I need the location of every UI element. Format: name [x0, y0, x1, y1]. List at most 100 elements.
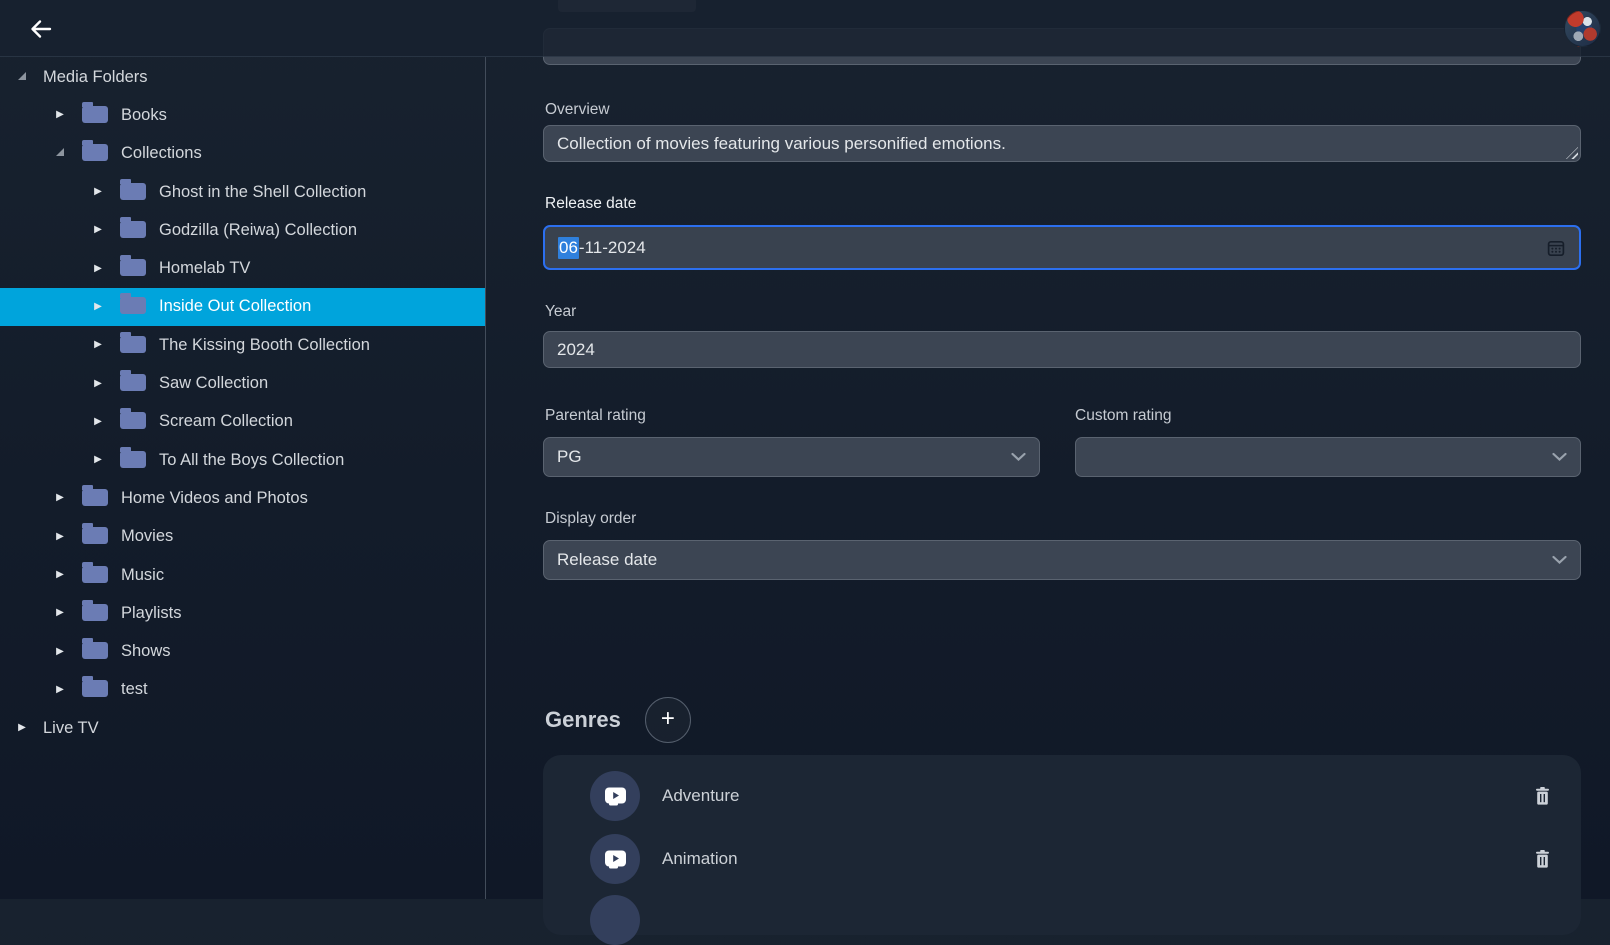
- chevron-down-icon: [1552, 453, 1567, 462]
- calendar-icon[interactable]: [1547, 239, 1565, 257]
- genres-heading: Genres: [545, 707, 621, 733]
- folder-icon: [82, 642, 108, 659]
- sidebar-item-movies[interactable]: ▶ Movies: [0, 518, 485, 556]
- media-type-avatar: [590, 834, 640, 884]
- display-order-label: Display order: [545, 510, 636, 528]
- custom-rating-label: Custom rating: [1075, 407, 1171, 425]
- sidebar-item-label: Media Folders: [43, 68, 148, 87]
- display-order-value: Release date: [557, 550, 657, 570]
- collapsed-icon[interactable]: ▶: [86, 187, 110, 197]
- folder-icon: [82, 489, 108, 506]
- folder-icon: [120, 259, 146, 276]
- sidebar-item-homelab-tv[interactable]: ▶ Homelab TV: [0, 249, 485, 287]
- collapsed-icon[interactable]: ▶: [86, 455, 110, 465]
- trash-icon: [1535, 787, 1550, 805]
- folder-icon: [82, 527, 108, 544]
- sidebar-item-label: Live TV: [43, 719, 99, 738]
- sidebar-item-label: Books: [121, 106, 167, 125]
- collapsed-icon[interactable]: ▶: [86, 379, 110, 389]
- folder-icon: [82, 566, 108, 583]
- genre-list-item: Animation: [590, 834, 1557, 884]
- folder-icon: [120, 221, 146, 238]
- genre-list-item: Adventure: [590, 771, 1557, 821]
- collapsed-icon[interactable]: ▶: [48, 685, 72, 695]
- expanded-icon[interactable]: [48, 148, 72, 159]
- release-date-input[interactable]: 06-11-2024: [543, 225, 1581, 270]
- sidebar-item-music[interactable]: ▶ Music: [0, 556, 485, 594]
- collapsed-icon[interactable]: ▶: [86, 340, 110, 350]
- folder-icon: [120, 374, 146, 391]
- sidebar-item-media-folders[interactable]: Media Folders: [0, 58, 485, 96]
- sidebar-item-label: Scream Collection: [159, 412, 293, 431]
- folder-icon: [82, 604, 108, 621]
- sidebar-item-to-all-the-boys-collection[interactable]: ▶ To All the Boys Collection: [0, 441, 485, 479]
- resize-grip-icon[interactable]: [1566, 147, 1578, 159]
- genre-name: Adventure: [662, 786, 740, 806]
- collapsed-icon[interactable]: ▶: [86, 302, 110, 312]
- top-header: [0, 0, 1610, 57]
- collapsed-icon[interactable]: ▶: [48, 532, 72, 542]
- collapsed-icon[interactable]: ▶: [48, 608, 72, 618]
- collapsed-icon[interactable]: ▶: [48, 570, 72, 580]
- sidebar-item-test[interactable]: ▶ test: [0, 671, 485, 709]
- collapsed-icon[interactable]: ▶: [86, 417, 110, 427]
- delete-genre-button[interactable]: [1535, 850, 1550, 868]
- sidebar-item-label: Godzilla (Reiwa) Collection: [159, 221, 357, 240]
- delete-genre-button[interactable]: [1535, 787, 1550, 805]
- sidebar-item-godzilla-reiwa-collection[interactable]: ▶ Godzilla (Reiwa) Collection: [0, 211, 485, 249]
- custom-rating-select[interactable]: [1075, 437, 1581, 477]
- collapsed-icon[interactable]: ▶: [10, 723, 34, 733]
- sidebar-item-playlists[interactable]: ▶ Playlists: [0, 594, 485, 632]
- sidebar-item-collections[interactable]: Collections: [0, 135, 485, 173]
- sidebar-item-scream-collection[interactable]: ▶ Scream Collection: [0, 403, 485, 441]
- release-date-label: Release date: [545, 195, 636, 213]
- sidebar-item-saw-collection[interactable]: ▶ Saw Collection: [0, 364, 485, 402]
- parental-rating-value: PG: [557, 447, 582, 467]
- media-type-avatar: [590, 771, 640, 821]
- parental-rating-select[interactable]: PG: [543, 437, 1040, 477]
- sidebar-item-shows[interactable]: ▶ Shows: [0, 632, 485, 670]
- folder-icon: [120, 336, 146, 353]
- parental-rating-label: Parental rating: [545, 407, 646, 425]
- sidebar-item-label: Saw Collection: [159, 374, 268, 393]
- sidebar-item-label: The Kissing Booth Collection: [159, 336, 370, 355]
- genre-list-item-partial: [590, 895, 1557, 945]
- genre-name: Animation: [662, 849, 738, 869]
- sidebar-item-label: Homelab TV: [159, 259, 250, 278]
- collapsed-icon[interactable]: ▶: [48, 110, 72, 120]
- sidebar-item-the-kissing-booth-collection[interactable]: ▶ The Kissing Booth Collection: [0, 326, 485, 364]
- overview-label: Overview: [545, 101, 610, 119]
- collapsed-icon[interactable]: ▶: [48, 493, 72, 503]
- metadata-editor-form: Overview Collection of movies featuring …: [543, 0, 1581, 899]
- chevron-down-icon: [1011, 453, 1026, 462]
- collapsed-icon[interactable]: ▶: [86, 264, 110, 274]
- user-avatar[interactable]: [1564, 10, 1601, 47]
- collapsed-icon[interactable]: ▶: [48, 647, 72, 657]
- video-play-icon: [604, 786, 627, 807]
- collapsed-icon[interactable]: ▶: [86, 225, 110, 235]
- sidebar-item-label: To All the Boys Collection: [159, 451, 344, 470]
- year-input[interactable]: 2024: [543, 331, 1581, 368]
- genres-list-card: Adventure Animation: [543, 755, 1581, 935]
- folder-icon: [120, 297, 146, 314]
- sidebar-item-label: Home Videos and Photos: [121, 489, 308, 508]
- folder-icon: [120, 183, 146, 200]
- add-genre-button[interactable]: +: [645, 697, 691, 743]
- expanded-icon[interactable]: [10, 72, 34, 83]
- folder-icon: [120, 412, 146, 429]
- date-rest: -11-2024: [579, 238, 646, 258]
- sidebar-item-home-videos-and-photos[interactable]: ▶ Home Videos and Photos: [0, 479, 485, 517]
- plus-icon: +: [661, 707, 675, 731]
- sidebar-item-label: Playlists: [121, 604, 182, 623]
- sidebar-item-label: Inside Out Collection: [159, 297, 311, 316]
- display-order-select[interactable]: Release date: [543, 540, 1581, 580]
- sidebar-item-inside-out-collection[interactable]: ▶ Inside Out Collection: [0, 288, 485, 326]
- sidebar-item-books[interactable]: ▶ Books: [0, 96, 485, 134]
- sidebar-item-ghost-in-the-shell-collection[interactable]: ▶ Ghost in the Shell Collection: [0, 173, 485, 211]
- sidebar-item-live-tv[interactable]: ▶ Live TV: [0, 709, 485, 747]
- arrow-left-icon: [28, 16, 54, 42]
- chevron-down-icon: [1552, 556, 1567, 565]
- sidebar-item-label: Ghost in the Shell Collection: [159, 183, 366, 202]
- back-button[interactable]: [26, 14, 56, 44]
- overview-input[interactable]: Collection of movies featuring various p…: [543, 125, 1581, 162]
